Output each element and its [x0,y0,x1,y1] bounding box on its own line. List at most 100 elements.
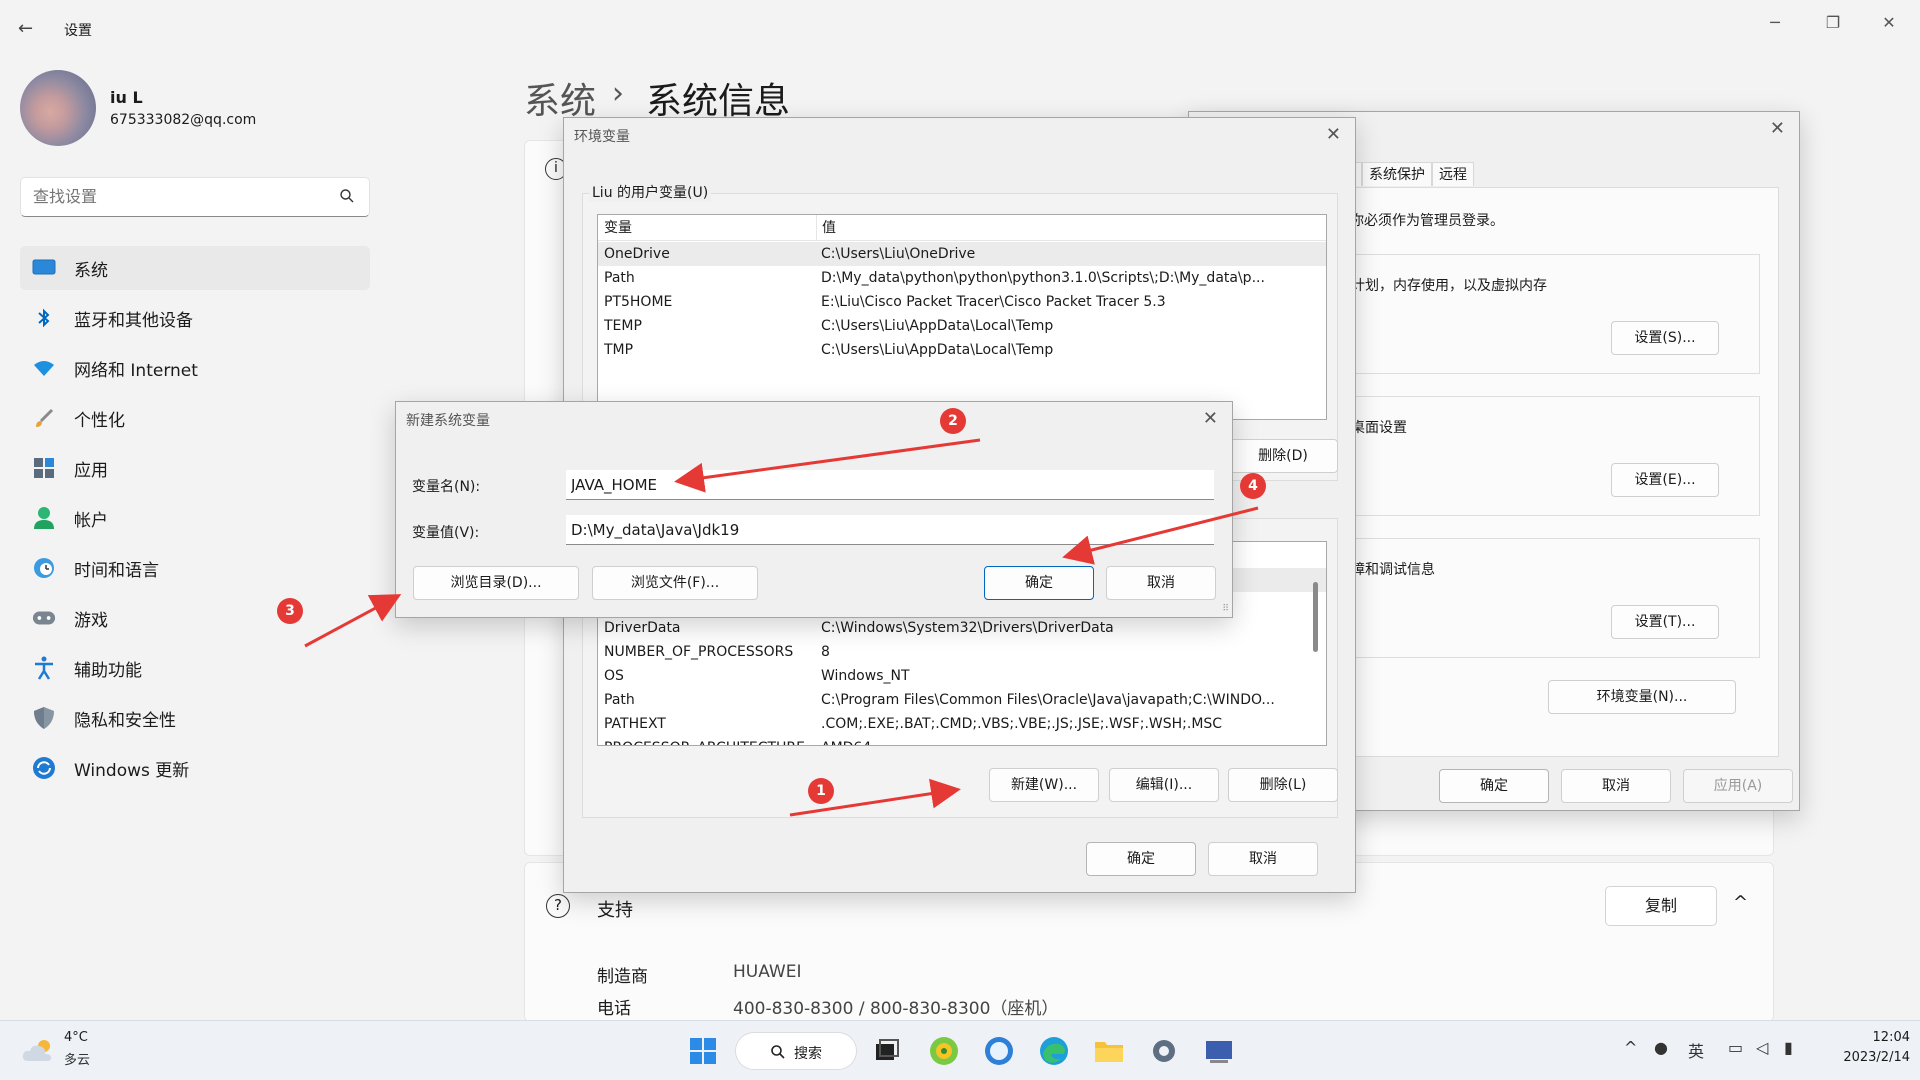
cloud-icon[interactable] [22,1037,56,1063]
sysprop-ok-button[interactable]: 确定 [1439,769,1549,803]
browser-360-icon[interactable] [927,1034,961,1068]
close-icon[interactable]: ✕ [1326,124,1341,145]
volume-icon[interactable]: ◁ [1756,1038,1768,1057]
battery-icon[interactable]: ▮ [1784,1038,1793,1057]
search-box[interactable] [20,177,370,217]
table-row[interactable]: PROCESSOR_ARCHITECTURE AMD64 [598,736,1326,745]
table-row[interactable]: Path C:\Program Files\Common Files\Oracle… [598,688,1326,712]
admin-note: 你必须作为管理员登录。 [1350,213,1504,229]
settings-gear-icon[interactable] [1147,1034,1181,1068]
apps-icon [32,456,56,480]
sysprop-apply-button[interactable]: 应用(A) [1683,769,1793,803]
table-row[interactable]: PATHEXT .COM;.EXE;.BAT;.CMD;.VBS;.VBE;.JS… [598,712,1326,736]
chat-app-icon[interactable] [982,1034,1016,1068]
var-value: C:\Windows\System32\Drivers\DriverData [821,620,1114,636]
sidebar-item-bluetooth[interactable]: 蓝牙和其他设备 [20,296,370,340]
new-var-ok-button[interactable]: 确定 [984,566,1094,600]
user-profiles-settings-button[interactable]: 设置(E)... [1611,463,1719,497]
var-value: C:\Users\Liu\OneDrive [821,246,976,262]
sidebar-item-time-language[interactable]: 时间和语言 [20,546,370,590]
monitor-icon [32,256,56,280]
clock-date[interactable]: 2023/2/14 [1826,1050,1910,1065]
sidebar-item-network[interactable]: 网络和 Internet [20,346,370,390]
taskbar-search[interactable]: 搜索 [735,1032,857,1070]
user-variables-list[interactable]: 变量 值 OneDrive C:\Users\Liu\OneDrive Path D… [597,214,1327,420]
user-name: iu L [110,88,143,107]
sidebar-item-accessibility[interactable]: 辅助功能 [20,646,370,690]
network-icon[interactable]: ▭ [1728,1038,1743,1057]
sidebar-item-system[interactable]: 系统 [20,246,370,290]
table-row[interactable]: Path D:\My_data\python\python\python3.1.0… [598,266,1326,290]
avatar[interactable] [20,70,96,146]
env-ok-button[interactable]: 确定 [1086,842,1196,876]
maximize-button[interactable]: ❐ [1810,8,1856,38]
help-icon: ? [546,894,570,918]
annotation-marker-1: 1 [808,778,834,804]
browse-file-button[interactable]: 浏览文件(F)... [592,566,758,600]
user-profiles-text: 桌面设置 [1351,420,1407,436]
sidebar-item-privacy[interactable]: 隐私和安全性 [20,696,370,740]
sidebar-item-accounts[interactable]: 帐户 [20,496,370,540]
ime-indicator[interactable]: 英 [1688,1038,1704,1062]
sidebar-item-label: 隐私和安全性 [74,710,176,731]
env-cancel-button[interactable]: 取消 [1208,842,1318,876]
column-header-variable[interactable]: 变量 [604,215,632,241]
new-variable-button[interactable]: 新建(W)... [989,768,1099,802]
startup-recovery-settings-button[interactable]: 设置(T)... [1611,605,1719,639]
table-row[interactable]: NUMBER_OF_PROCESSORS 8 [598,640,1326,664]
close-icon[interactable]: ✕ [1203,408,1218,429]
edit-variable-button[interactable]: 编辑(I)... [1109,768,1219,802]
sidebar-item-personalization[interactable]: 个性化 [20,396,370,440]
var-name: Path [604,270,635,286]
chevron-up-icon[interactable]: ^ [1624,1038,1637,1057]
browse-directory-button[interactable]: 浏览目录(D)... [413,566,579,600]
user-delete-button[interactable]: 删除(D) [1228,439,1338,473]
variable-value-input[interactable] [566,515,1214,545]
sidebar-item-gaming[interactable]: 游戏 [20,596,370,640]
startup-recovery-text: 障和调试信息 [1351,562,1435,578]
start-icon[interactable] [686,1034,720,1068]
tab-system-protection[interactable]: 系统保护 [1362,162,1432,186]
minimize-button[interactable]: ─ [1752,8,1798,38]
sidebar-item-apps[interactable]: 应用 [20,446,370,490]
gamepad-icon [32,606,56,630]
table-row[interactable]: OS Windows_NT [598,664,1326,688]
column-header-value[interactable]: 值 [816,215,836,241]
qq-icon[interactable]: ● [1654,1038,1668,1057]
variable-name-input[interactable] [566,470,1214,500]
copy-button[interactable]: 复制 [1605,886,1717,926]
back-button[interactable]: ← [18,18,40,40]
scrollbar-thumb[interactable] [1313,582,1318,652]
clock-time[interactable]: 12:04 [1864,1030,1910,1045]
sysprop-cancel-button[interactable]: 取消 [1561,769,1671,803]
chevron-up-icon[interactable]: ^ [1733,892,1748,913]
table-row[interactable]: DriverData C:\Windows\System32\Drivers\Dr… [598,616,1326,640]
var-value: C:\Users\Liu\AppData\Local\Temp [821,342,1054,358]
var-name: TEMP [604,318,642,334]
file-explorer-icon[interactable] [1092,1034,1126,1068]
resize-grip-icon[interactable]: ⠿ [1222,604,1229,614]
update-icon [32,756,56,780]
system-monitor-icon[interactable] [1202,1034,1236,1068]
var-value: 8 [821,644,830,660]
search-icon [340,189,354,203]
dialog-title: 新建系统变量 [406,413,490,429]
table-row[interactable]: PT5HOME E:\Liu\Cisco Packet Tracer\Cisco … [598,290,1326,314]
search-input[interactable] [33,187,333,206]
performance-settings-button[interactable]: 设置(S)... [1611,321,1719,355]
task-view-icon[interactable] [870,1034,904,1068]
startup-recovery-group: 障和调试信息 设置(T)... [1340,538,1760,658]
sidebar-item-windows-update[interactable]: Windows 更新 [20,746,370,790]
new-var-cancel-button[interactable]: 取消 [1106,566,1216,600]
clock-globe-icon [32,556,56,580]
edge-icon[interactable] [1037,1034,1071,1068]
close-icon[interactable]: ✕ [1770,118,1785,139]
performance-group: 计划，内存使用，以及虚拟内存 设置(S)... [1340,254,1760,374]
environment-variables-button[interactable]: 环境变量(N)... [1548,680,1736,714]
tab-remote[interactable]: 远程 [1432,162,1474,186]
table-row[interactable]: TEMP C:\Users\Liu\AppData\Local\Temp [598,314,1326,338]
close-button[interactable]: ✕ [1866,8,1912,38]
system-delete-button[interactable]: 删除(L) [1228,768,1338,802]
table-row[interactable]: TMP C:\Users\Liu\AppData\Local\Temp [598,338,1326,362]
table-row[interactable]: OneDrive C:\Users\Liu\OneDrive [598,242,1326,266]
